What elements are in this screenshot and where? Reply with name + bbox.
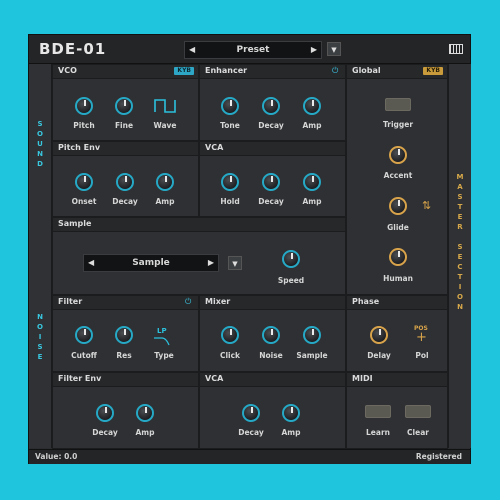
right-sidebar: MASTERSECTION — [448, 64, 471, 448]
filter-power-icon[interactable]: ⏻ — [185, 297, 194, 306]
sample-prev-icon[interactable]: ◀ — [88, 255, 94, 271]
vco-title: VCO — [58, 66, 77, 75]
filter-type-label: Type — [154, 351, 174, 360]
vca2-decay-knob[interactable] — [242, 404, 260, 422]
polarity-plus-icon[interactable]: + — [416, 330, 427, 345]
pitch-env-amp-knob[interactable] — [156, 173, 174, 191]
preset-menu-button[interactable]: ▼ — [327, 42, 341, 56]
speed-knob[interactable] — [282, 250, 300, 268]
global-title: Global — [352, 66, 381, 75]
filter-panel: Filter ⏻ Cutoff Res LP Type — [52, 295, 199, 372]
noise-label: NOISE — [37, 313, 43, 361]
keyboard-icon[interactable] — [449, 44, 463, 54]
filter-env-decay-knob[interactable] — [96, 404, 114, 422]
fine-knob[interactable] — [115, 97, 133, 115]
speed-label: Speed — [277, 276, 305, 285]
global-panel: Global KYB Trigger Accent Glide ⇅ Human — [346, 64, 448, 295]
vca-panel: VCA Hold Decay Amp — [199, 141, 346, 217]
onset-knob[interactable] — [75, 173, 93, 191]
noise-knob[interactable] — [262, 326, 280, 344]
phase-title: Phase — [352, 297, 380, 306]
vca2-amp-knob[interactable] — [282, 404, 300, 422]
filter-env-amp-knob[interactable] — [136, 404, 154, 422]
left-sidebar: SOUND NOISE — [29, 64, 52, 448]
status-bar: Value: 0.0 Registered — [29, 449, 470, 464]
vca2-panel: VCA Decay Amp — [199, 372, 346, 449]
glide-knob[interactable] — [389, 197, 407, 215]
mixer-title: Mixer — [205, 297, 231, 306]
enhancer-amp-label: Amp — [302, 121, 322, 130]
trigger-label: Trigger — [382, 120, 414, 129]
filter-env-amp-label: Amp — [135, 428, 155, 437]
clear-button[interactable] — [405, 405, 431, 418]
mixer-panel: Mixer Click Noise Sample — [199, 295, 346, 372]
sample-menu-button[interactable]: ▼ — [228, 256, 242, 270]
lowpass-curve-icon — [154, 337, 170, 346]
pitch-knob[interactable] — [75, 97, 93, 115]
top-bar: BDE-01 ◀ Preset ▶ ▼ — [29, 35, 470, 64]
plugin-window: BDE-01 ◀ Preset ▶ ▼ SOUND NOISE MASTERSE… — [28, 34, 471, 464]
glide-mode-icon[interactable]: ⇅ — [422, 199, 431, 212]
sample-panel: Sample ◀ Sample ▶ ▼ Speed — [52, 217, 346, 295]
global-kyb-badge[interactable]: KYB — [423, 67, 443, 75]
vca2-title: VCA — [205, 374, 224, 383]
pitch-env-decay-knob[interactable] — [116, 173, 134, 191]
hold-knob[interactable] — [221, 173, 239, 191]
filter-title: Filter — [58, 297, 83, 306]
enhancer-decay-knob[interactable] — [262, 97, 280, 115]
human-label: Human — [383, 274, 413, 283]
filter-type-value[interactable]: LP — [157, 327, 167, 335]
polarity-label: Pol — [415, 351, 429, 360]
sample-name: Sample — [132, 258, 170, 268]
clear-label: Clear — [407, 428, 429, 437]
accent-label: Accent — [383, 171, 413, 180]
pitch-env-panel: Pitch Env Onset Decay Amp — [52, 141, 199, 217]
accent-knob[interactable] — [389, 146, 407, 164]
midi-title: MIDI — [352, 374, 373, 383]
sample-selector[interactable]: ◀ Sample ▶ — [83, 254, 219, 272]
enhancer-title: Enhancer — [205, 66, 248, 75]
enhancer-amp-knob[interactable] — [303, 97, 321, 115]
square-wave-icon[interactable] — [154, 99, 176, 113]
human-knob[interactable] — [389, 248, 407, 266]
tone-knob[interactable] — [221, 97, 239, 115]
plugin-title: BDE-01 — [39, 40, 107, 58]
vco-kyb-badge[interactable]: KYB — [174, 67, 194, 75]
preset-prev-icon[interactable]: ◀ — [189, 42, 195, 58]
master-section-label: MASTERSECTION — [456, 173, 464, 311]
res-knob[interactable] — [115, 326, 133, 344]
click-knob[interactable] — [221, 326, 239, 344]
filter-env-title: Filter Env — [58, 374, 102, 383]
learn-button[interactable] — [365, 405, 391, 418]
filter-env-panel: Filter Env Decay Amp — [52, 372, 199, 449]
cutoff-knob[interactable] — [75, 326, 93, 344]
preset-selector[interactable]: ◀ Preset ▶ — [184, 41, 322, 59]
mixer-sample-knob[interactable] — [303, 326, 321, 344]
pitch-env-title: Pitch Env — [58, 143, 101, 152]
registration-status: Registered — [415, 452, 462, 461]
midi-panel: MIDI Learn Clear — [346, 372, 448, 449]
mixer-sample-label: Sample — [296, 351, 328, 360]
pitch-env-amp-label: Amp — [155, 197, 175, 206]
vca-amp-knob[interactable] — [303, 173, 321, 191]
vca-amp-label: Amp — [302, 197, 322, 206]
sample-title: Sample — [58, 219, 92, 228]
vco-panel: VCO KYB Pitch Fine Wave — [52, 64, 199, 141]
trigger-button[interactable] — [385, 98, 411, 111]
value-readout: Value: 0.0 — [35, 452, 78, 461]
enhancer-panel: Enhancer ⏻ Tone Decay Amp — [199, 64, 346, 141]
vca-decay-knob[interactable] — [262, 173, 280, 191]
glide-label: Glide — [387, 223, 409, 232]
wave-label: Wave — [153, 121, 177, 130]
sound-label: SOUND — [37, 120, 43, 168]
enhancer-power-icon[interactable]: ⏻ — [332, 66, 341, 75]
vca-title: VCA — [205, 143, 224, 152]
preset-next-icon[interactable]: ▶ — [311, 42, 317, 58]
vca2-amp-label: Amp — [281, 428, 301, 437]
preset-name: Preset — [236, 45, 270, 55]
phase-panel: Phase Delay POS + Pol — [346, 295, 448, 372]
delay-knob[interactable] — [370, 326, 388, 344]
sample-next-icon[interactable]: ▶ — [208, 255, 214, 271]
